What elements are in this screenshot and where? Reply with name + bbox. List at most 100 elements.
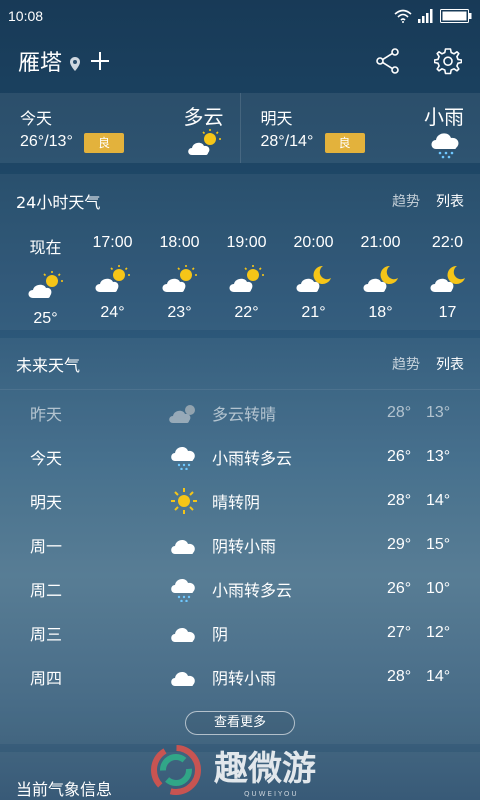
- forecast-condition: 阴: [212, 625, 229, 644]
- status-time: 10:08: [8, 8, 44, 24]
- hour-column: 21:00 18°: [347, 228, 414, 322]
- hour-time: 18:00: [159, 234, 200, 251]
- cloud-icon: [168, 663, 200, 691]
- hour-column: 17:00 24°: [79, 228, 146, 322]
- hour-column: 22:0 17: [414, 228, 480, 322]
- hourly-title: 24小时天气: [16, 193, 101, 212]
- partly-sunny-icon: [213, 262, 280, 296]
- hour-column: 现在 25°: [12, 228, 79, 328]
- hour-time: 现在: [29, 240, 62, 257]
- forecast-tab-list[interactable]: 列表: [436, 354, 464, 374]
- quweiyou-watermark-logo: 趣微游 QUWEIYOU: [151, 745, 316, 798]
- rain-cloud-icon: [168, 575, 200, 603]
- forecast-high: 27°: [387, 624, 412, 641]
- forecast-header: 未来天气 趋势 列表: [0, 338, 480, 390]
- hourly-strip[interactable]: 现在 25° 17:00 24° 18:00 23° 19:00 22° 20:00 21° 21:…: [0, 228, 480, 348]
- cloud-icon: [168, 531, 200, 559]
- hourly-tab-trend[interactable]: 趋势: [392, 191, 420, 211]
- today-card[interactable]: 今天 多云 26°/13° 良: [0, 93, 240, 163]
- forecast-row[interactable]: 周四 阴转小雨 28° 14°: [0, 655, 480, 699]
- hour-temp: 25°: [33, 310, 58, 327]
- hour-temp: 22°: [234, 304, 259, 321]
- settings-gear-icon[interactable]: [434, 47, 462, 75]
- forecast-low: 14°: [426, 668, 451, 685]
- see-more-button[interactable]: 查看更多: [185, 711, 295, 735]
- forecast-low: 13°: [426, 404, 451, 421]
- hourly-tab-list[interactable]: 列表: [436, 191, 464, 211]
- status-bar: 10:08: [0, 0, 480, 32]
- forecast-condition: 多云转晴: [212, 405, 277, 424]
- partly-sunny-icon: [187, 129, 221, 155]
- forecast-low: 10°: [426, 580, 451, 597]
- today-tomorrow-panel: 今天 多云 26°/13° 良 明天 小雨 28°/14° 良: [0, 93, 480, 163]
- forecast-high: 26°: [387, 448, 412, 465]
- partly-sunny-icon: [12, 268, 79, 302]
- forecast-condition: 阴转小雨: [212, 669, 277, 688]
- today-label: 今天: [20, 109, 53, 128]
- forecast-row[interactable]: 周二 小雨转多云 26° 10°: [0, 567, 480, 611]
- city-name[interactable]: 雁塔: [18, 45, 62, 77]
- forecast-row[interactable]: 周三 阴 27° 12°: [0, 611, 480, 655]
- rain-cloud-icon: [431, 133, 459, 159]
- wifi-icon: [394, 9, 412, 23]
- forecast-high: 28°: [387, 668, 412, 685]
- hour-time: 22:0: [431, 234, 464, 251]
- svg-text:趣微游: 趣微游: [214, 749, 316, 789]
- hour-temp: 21°: [301, 304, 326, 321]
- partly-moon-icon: [414, 262, 480, 296]
- forecast-row[interactable]: 今天 小雨转多云 26° 13°: [0, 435, 480, 479]
- forecast-high: 28°: [387, 492, 412, 509]
- today-aqi-badge: 良: [84, 133, 124, 153]
- forecast-title: 未来天气: [16, 355, 81, 375]
- forecast-day: 今天: [30, 449, 63, 468]
- partly-moon-icon: [347, 262, 414, 296]
- app-header: 雁塔: [0, 32, 480, 90]
- current-info-title: 当前气象信息: [16, 780, 113, 799]
- forecast-row[interactable]: 明天 晴转阴 28° 14°: [0, 479, 480, 523]
- battery-icon: [440, 9, 472, 23]
- hour-temp: 18°: [368, 304, 393, 321]
- forecast-row[interactable]: 周一 阴转小雨 29° 15°: [0, 523, 480, 567]
- rain-cloud-icon: [168, 443, 200, 471]
- today-temp: 26°/13°: [20, 133, 73, 150]
- forecast-day: 明天: [30, 493, 63, 512]
- forecast-day: 周一: [30, 537, 63, 556]
- forecast-row[interactable]: 昨天 多云转晴 28° 13°: [0, 391, 480, 435]
- forecast-high: 26°: [387, 580, 412, 597]
- forecast-day: 周四: [30, 669, 63, 688]
- hourly-header: 24小时天气 趋势 列表: [0, 174, 480, 228]
- forecast-condition: 小雨转多云: [212, 581, 293, 600]
- hour-column: 18:00 23°: [146, 228, 213, 322]
- forecast-condition: 晴转阴: [212, 493, 261, 512]
- forecast-day: 昨天: [30, 405, 63, 424]
- today-condition: 多云: [183, 105, 224, 129]
- signal-icon: [418, 9, 433, 23]
- forecast-tab-trend[interactable]: 趋势: [392, 354, 420, 374]
- forecast-low: 14°: [426, 492, 451, 509]
- add-city-icon[interactable]: [90, 51, 110, 71]
- forecast-low: 13°: [426, 448, 451, 465]
- hour-time: 17:00: [92, 234, 133, 251]
- forecast-condition: 阴转小雨: [212, 537, 277, 556]
- forecast-high: 28°: [387, 404, 412, 421]
- tomorrow-temp: 28°/14°: [260, 133, 314, 150]
- status-icons: [394, 9, 472, 23]
- partly-moon-icon: [280, 262, 347, 296]
- cloud-icon: [168, 619, 200, 647]
- tomorrow-aqi-badge: 良: [324, 133, 365, 153]
- sun-icon: [168, 487, 200, 515]
- hour-time: 21:00: [360, 234, 401, 251]
- forecast-day: 周二: [30, 581, 63, 600]
- partly-sunny-icon: [79, 262, 146, 296]
- share-icon[interactable]: [376, 48, 400, 74]
- hour-temp: 17: [438, 304, 457, 321]
- hour-column: 19:00 22°: [213, 228, 280, 322]
- tomorrow-card[interactable]: 明天 小雨 28°/14° 良: [239, 93, 480, 163]
- location-pin-icon: [70, 57, 81, 71]
- partly-sunny-icon: [146, 262, 213, 296]
- hour-time: 19:00: [226, 234, 267, 251]
- hourly-section: 24小时天气 趋势 列表 现在 25° 17:00 24° 18:00 23° 19:00 2…: [0, 174, 480, 330]
- hour-time: 20:00: [293, 234, 334, 251]
- forecast-low: 15°: [426, 536, 451, 553]
- hour-column: 20:00 21°: [280, 228, 347, 322]
